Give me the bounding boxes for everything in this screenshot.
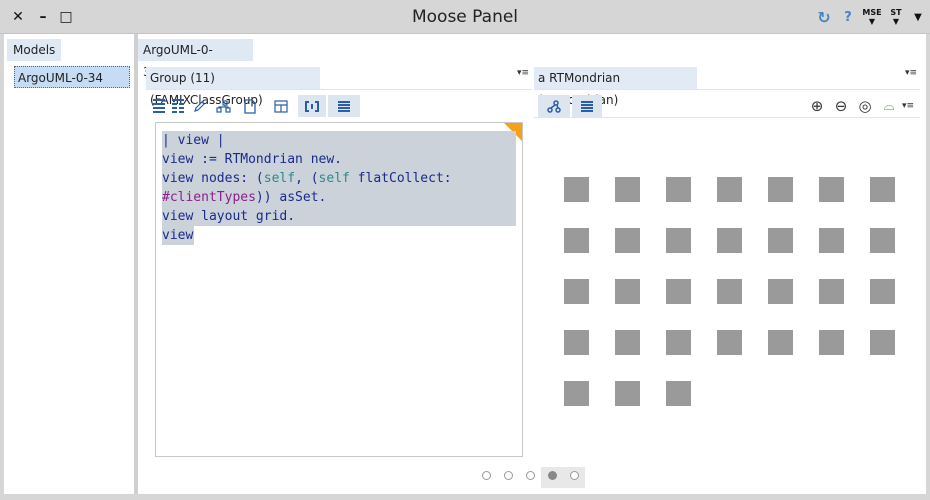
mondrian-node[interactable]: [666, 279, 691, 304]
code-line-4-post: )) asSet.: [255, 190, 327, 205]
tree-view-icon[interactable]: [212, 95, 234, 117]
code-line-3: view nodes: (self, (self flatCollect:: [162, 169, 516, 188]
code-line-4-symbol: #clientTypes: [162, 190, 256, 205]
mondrian-node[interactable]: [615, 381, 640, 406]
mondrian-node[interactable]: [717, 228, 742, 253]
pager-dot[interactable]: [504, 471, 513, 480]
right-header-rule: [534, 89, 920, 90]
model-list-item[interactable]: ArgoUML-0-34: [14, 66, 130, 88]
mondrian-node[interactable]: [717, 330, 742, 355]
mondrian-node[interactable]: [870, 177, 895, 202]
mondrian-node[interactable]: [768, 279, 793, 304]
mondrian-node[interactable]: [615, 330, 640, 355]
mondrian-node[interactable]: [870, 330, 895, 355]
mse-label: MSE: [862, 8, 882, 17]
right-pane-title: a RTMondrian (RTMondrian): [534, 67, 697, 107]
code-line-3-post: flatCollect:: [349, 171, 452, 186]
mondrian-node[interactable]: [564, 177, 589, 202]
right-lines-icon[interactable]: [572, 95, 602, 117]
pager-dot[interactable]: [570, 471, 579, 480]
title-bar: ✕ – □ Moose Panel ↻ ? MSE ▼ ST ▼ ▼: [0, 0, 930, 34]
code-line-1: | view |: [162, 131, 516, 150]
code-line-3-self-2: self: [318, 171, 350, 186]
window-title: Moose Panel: [411, 7, 519, 27]
mondrian-node[interactable]: [819, 279, 844, 304]
code-editor[interactable]: | view | view := RTMondrian new. view no…: [155, 122, 523, 457]
mondrian-node[interactable]: [666, 228, 691, 253]
mondrian-canvas[interactable]: [534, 120, 920, 460]
pager-dot[interactable]: [482, 471, 491, 480]
mondrian-node[interactable]: [768, 330, 793, 355]
mondrian-node[interactable]: [870, 228, 895, 253]
mondrian-node[interactable]: [564, 279, 589, 304]
mondrian-node[interactable]: [564, 228, 589, 253]
mondrian-node[interactable]: [819, 177, 844, 202]
right-pane-menu-icon[interactable]: ▾≡: [905, 68, 917, 78]
zoom-reset-icon[interactable]: ◎: [854, 95, 876, 117]
zoom-out-icon[interactable]: ⊖: [830, 95, 852, 117]
left-pane-title: Group (11) (FAMIXClassGroup): [146, 67, 320, 107]
mondrian-node[interactable]: [666, 177, 691, 202]
pager-dot[interactable]: [526, 471, 535, 480]
code-line-3-pre: view nodes: (: [162, 171, 264, 186]
mondrian-node[interactable]: [717, 279, 742, 304]
mondrian-node[interactable]: [870, 279, 895, 304]
right-toolbar-menu-icon[interactable]: ▾≡: [898, 95, 918, 117]
grid-view-icon[interactable]: [270, 95, 292, 117]
refresh-icon[interactable]: ↻: [814, 8, 834, 28]
pane-splitter[interactable]: [134, 34, 138, 494]
mondrian-node[interactable]: [768, 177, 793, 202]
browser-tab[interactable]: ArgoUML-0-34✕: [138, 39, 253, 80]
code-line-6: view: [162, 226, 194, 245]
mondrian-node[interactable]: [819, 330, 844, 355]
code-line-3-mid: , (: [295, 171, 319, 186]
inspect-glasses-icon[interactable]: ⌓: [878, 95, 900, 117]
graph-view-icon[interactable]: [538, 95, 570, 117]
mondrian-node[interactable]: [615, 279, 640, 304]
mondrian-node[interactable]: [564, 330, 589, 355]
mondrian-node[interactable]: [615, 177, 640, 202]
mondrian-node[interactable]: [615, 228, 640, 253]
mondrian-node[interactable]: [768, 228, 793, 253]
mondrian-node[interactable]: [564, 381, 589, 406]
code-line-4: #clientTypes)) asSet.: [162, 188, 516, 207]
code-line-5: view layout grid.: [162, 207, 516, 226]
left-header-rule: [146, 89, 532, 90]
window-menu-button[interactable]: ▼: [908, 8, 928, 30]
mondrian-node[interactable]: [819, 228, 844, 253]
zoom-in-icon[interactable]: ⊕: [806, 95, 828, 117]
mondrian-node[interactable]: [717, 177, 742, 202]
help-button[interactable]: ?: [840, 8, 856, 28]
mondrian-node[interactable]: [666, 381, 691, 406]
left-pane-menu-icon[interactable]: ▾≡: [517, 68, 529, 78]
st-label: ST: [890, 8, 902, 17]
frame-right: [926, 34, 930, 500]
lines-view-icon[interactable]: [328, 95, 360, 117]
pencil-icon[interactable]: [188, 95, 210, 117]
right-toolbar-rule: [534, 117, 920, 118]
frame-left: [0, 34, 4, 500]
page-icon[interactable]: [239, 95, 261, 117]
code-line-3-self: self: [263, 171, 296, 186]
st-import-button[interactable]: ST ▼: [886, 8, 906, 30]
mse-import-button[interactable]: MSE ▼: [862, 8, 882, 30]
pager-dot[interactable]: [548, 471, 557, 480]
table-view-icon[interactable]: [167, 95, 189, 117]
frame-bottom: [0, 494, 930, 500]
code-playground-icon[interactable]: [298, 95, 326, 117]
mondrian-node[interactable]: [666, 330, 691, 355]
models-header: Models: [7, 39, 61, 61]
code-line-2: view := RTMondrian new.: [162, 150, 516, 169]
